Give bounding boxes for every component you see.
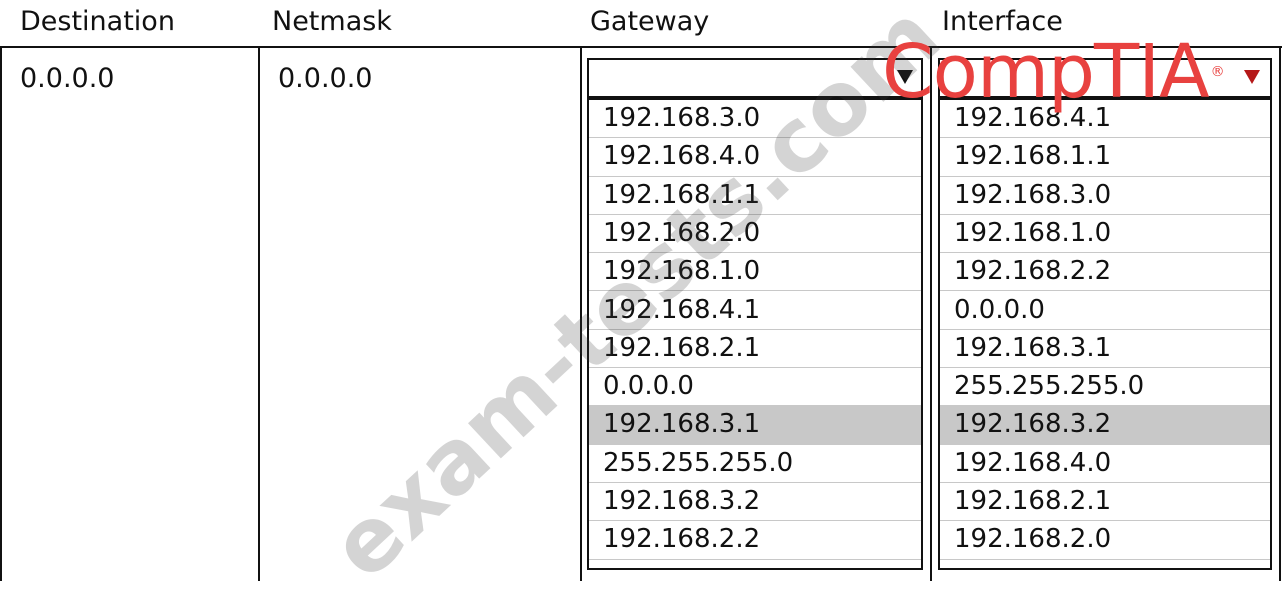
interface-option[interactable]: 192.168.2.0 <box>940 521 1270 560</box>
interface-option[interactable]: 192.168.1.1 <box>940 138 1270 177</box>
interface-option[interactable]: 192.168.3.1 <box>940 330 1270 369</box>
gateway-option[interactable]: 192.168.4.1 <box>589 292 921 330</box>
chevron-down-icon[interactable] <box>1244 70 1260 84</box>
column-divider <box>930 46 932 581</box>
interface-option[interactable]: 192.168.4.0 <box>940 445 1270 483</box>
gateway-option[interactable]: 192.168.2.2 <box>589 521 921 560</box>
netmask-value: 0.0.0.0 <box>278 63 373 94</box>
gateway-option[interactable]: 192.168.3.0 <box>589 100 921 139</box>
interface-option[interactable]: 192.168.3.0 <box>940 177 1270 215</box>
interface-option[interactable]: 0.0.0.0 <box>940 292 1270 330</box>
gateway-option[interactable]: 192.168.3.2 <box>589 483 921 522</box>
interface-option[interactable]: 192.168.2.2 <box>940 253 1270 292</box>
gateway-option[interactable]: 0.0.0.0 <box>589 368 921 407</box>
gateway-option[interactable]: 255.255.255.0 <box>589 445 921 483</box>
interface-option[interactable]: 192.168.2.1 <box>940 483 1270 522</box>
header-gateway: Gateway <box>590 6 710 37</box>
header-netmask: Netmask <box>272 6 392 37</box>
gateway-option[interactable]: 192.168.1.0 <box>589 253 921 292</box>
table-left-border <box>0 46 2 581</box>
gateway-option[interactable]: 192.168.2.1 <box>589 330 921 369</box>
interface-option[interactable]: 255.255.255.0 <box>940 368 1270 407</box>
interface-option[interactable]: 192.168.4.1 <box>940 100 1270 139</box>
gateway-option[interactable]: 192.168.1.1 <box>589 177 921 215</box>
header-destination: Destination <box>20 6 175 37</box>
gateway-option[interactable]: 192.168.2.0 <box>589 215 921 254</box>
column-divider <box>258 46 260 581</box>
header-interface: Interface <box>942 6 1063 37</box>
gateway-options-list[interactable]: 192.168.3.0 192.168.4.0 192.168.1.1 192.168… <box>587 98 923 570</box>
gateway-option[interactable]: 192.168.4.0 <box>589 138 921 177</box>
gateway-option[interactable]: 192.168.3.1 <box>589 406 921 445</box>
interface-option[interactable]: 192.168.3.2 <box>940 406 1270 445</box>
interface-options-list[interactable]: 192.168.4.1 192.168.1.1 192.168.3.0 192.168… <box>938 98 1272 570</box>
chevron-down-icon[interactable] <box>897 70 913 84</box>
table-top-border <box>0 46 1282 48</box>
destination-value: 0.0.0.0 <box>20 63 115 94</box>
table-right-border <box>1279 46 1281 581</box>
column-divider <box>580 46 582 581</box>
gateway-select[interactable] <box>587 58 923 98</box>
interface-option[interactable]: 192.168.1.0 <box>940 215 1270 254</box>
interface-select[interactable] <box>938 58 1272 98</box>
